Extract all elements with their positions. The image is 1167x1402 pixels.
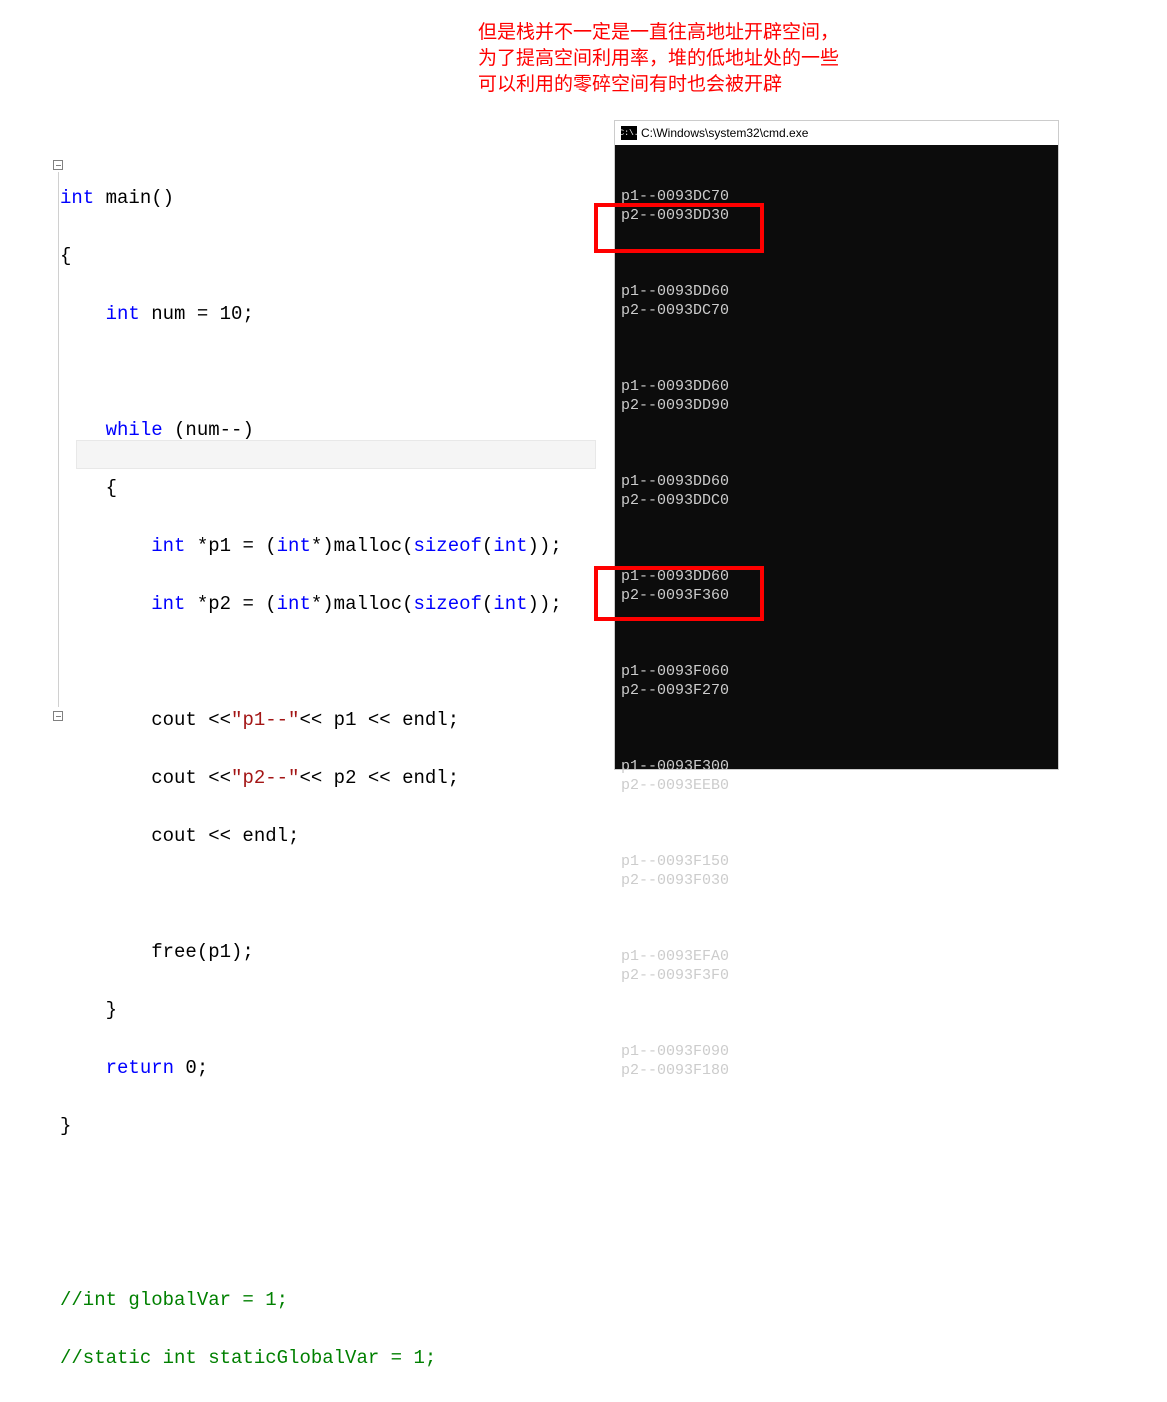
output-block: p1--0093EFA0p2--0093F3F0: [621, 947, 1052, 985]
code-line: int num = 10;: [60, 300, 610, 329]
code-editor[interactable]: int main() { int num = 10; while (num--)…: [60, 155, 610, 1402]
code-line: cout << endl;: [60, 822, 610, 851]
code-line: [60, 648, 610, 677]
fold-line: [58, 172, 59, 707]
code-line: //int globalVar = 1;: [60, 1286, 610, 1315]
output-block: p1--0093DC70p2--0093DD30: [621, 187, 1052, 225]
code-line: {: [60, 242, 610, 271]
code-line: [60, 1228, 610, 1257]
output-block: p1--0093F060p2--0093F270: [621, 662, 1052, 700]
code-line: free(p1);: [60, 938, 610, 967]
console-title: C:\Windows\system32\cmd.exe: [641, 126, 808, 140]
annotation-text: 但是栈并不一定是一直往高地址开辟空间， 为了提高空间利用率，堆的低地址处的一些 …: [478, 20, 839, 98]
code-line: [60, 1170, 610, 1199]
code-line: int *p2 = (int*)malloc(sizeof(int));: [60, 590, 610, 619]
output-block: p1--0093DD60p2--0093DC70: [621, 282, 1052, 320]
code-line: cout <<"p2--"<< p2 << endl;: [60, 764, 610, 793]
output-block: p1--0093F150p2--0093F030: [621, 852, 1052, 890]
output-block: p1--0093DD60p2--0093DDC0: [621, 472, 1052, 510]
code-line: while (num--): [60, 416, 610, 445]
code-line: return 0;: [60, 1054, 610, 1083]
code-line: }: [60, 1112, 610, 1141]
annotation-line-2: 为了提高空间利用率，堆的低地址处的一些: [478, 46, 839, 72]
code-line: [60, 358, 610, 387]
code-line: int *p1 = (int*)malloc(sizeof(int));: [60, 532, 610, 561]
code-line: int main(): [60, 184, 610, 213]
console-titlebar[interactable]: C:\. C:\Windows\system32\cmd.exe: [615, 121, 1058, 145]
annotation-line-1: 但是栈并不一定是一直往高地址开辟空间，: [478, 20, 839, 46]
console-output[interactable]: p1--0093DC70p2--0093DD30 p1--0093DD60p2-…: [615, 145, 1058, 1122]
cmd-icon: C:\.: [621, 126, 637, 140]
output-block: p1--0093F090p2--0093F180: [621, 1042, 1052, 1080]
code-line: }: [60, 996, 610, 1025]
annotation-line-3: 可以利用的零碎空间有时也会被开辟: [478, 72, 839, 98]
output-block: p1--0093F300p2--0093EEB0: [621, 757, 1052, 795]
output-block: p1--0093DD60p2--0093F360: [621, 567, 1052, 605]
console-window: C:\. C:\Windows\system32\cmd.exe p1--009…: [614, 120, 1059, 770]
output-block: p1--0093DD60p2--0093DD90: [621, 377, 1052, 415]
code-line: //static int staticGlobalVar = 1;: [60, 1344, 610, 1373]
code-line: [60, 880, 610, 909]
code-line: cout <<"p1--"<< p1 << endl;: [60, 706, 610, 735]
code-line: {: [60, 474, 610, 503]
